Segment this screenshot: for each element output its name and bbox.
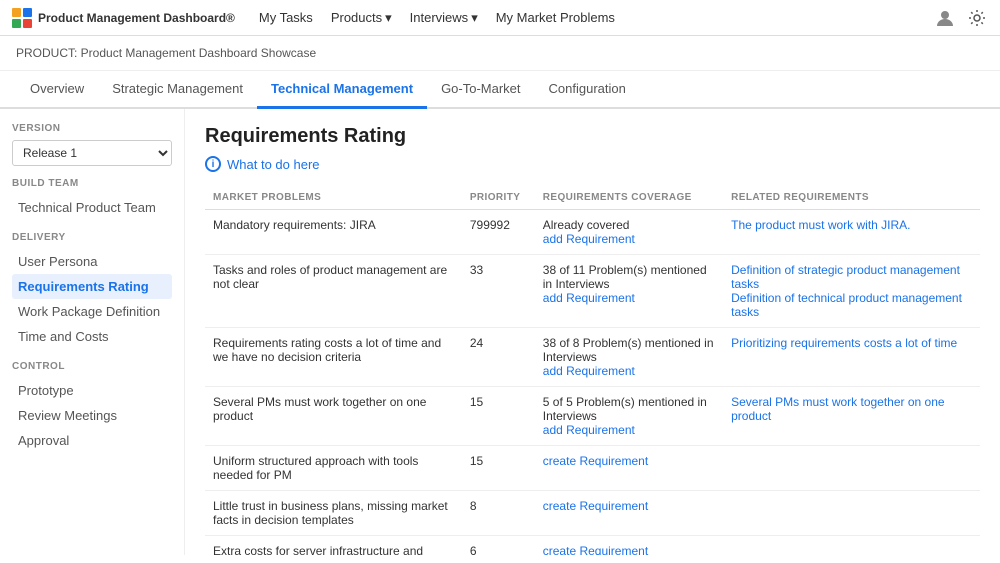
logo: Product Management Dashboard® [12,8,235,28]
related-link[interactable]: The product must work with JIRA. [731,218,972,232]
nav-links: My Tasks Products ▾ Interviews ▾ My Mark… [259,10,934,26]
sidebar-item-time-costs[interactable]: Time and Costs [12,324,172,349]
coverage-link[interactable]: add Requirement [543,232,715,246]
settings-icon[interactable] [966,7,988,29]
tabs-bar: Overview Strategic Management Technical … [0,71,1000,109]
sidebar-item-user-persona[interactable]: User Persona [12,249,172,274]
col-header-market: Market Problems [205,186,462,210]
coverage-link[interactable]: add Requirement [543,423,715,437]
priority-cell: 8 [462,491,535,536]
market-problem-cell: Requirements rating costs a lot of time … [205,328,462,387]
priority-cell: 15 [462,446,535,491]
table-row: Requirements rating costs a lot of time … [205,328,980,387]
table-row: Mandatory requirements: JIRA799992Alread… [205,210,980,255]
table-row: Tasks and roles of product management ar… [205,255,980,328]
sidebar-delivery-label: DELIVERY [12,232,172,243]
priority-cell: 24 [462,328,535,387]
main-content: Requirements Rating i What to do here Ma… [185,109,1000,555]
priority-cell: 33 [462,255,535,328]
col-header-priority: Priority [462,186,535,210]
coverage-cell: Already coveredadd Requirement [535,210,723,255]
top-nav: Product Management Dashboard® My Tasks P… [0,0,1000,36]
market-problem-cell: Tasks and roles of product management ar… [205,255,462,328]
nav-market-problems[interactable]: My Market Problems [496,10,615,25]
coverage-link[interactable]: create Requirement [543,499,715,513]
sidebar-build-team-label: BUILD TEAM [12,178,172,189]
sidebar-item-review-meetings[interactable]: Review Meetings [12,403,172,428]
related-cell: Prioritizing requirements costs a lot of… [723,328,980,387]
coverage-link[interactable]: create Requirement [543,454,715,468]
related-link[interactable]: Prioritizing requirements costs a lot of… [731,336,972,350]
related-cell [723,446,980,491]
logo-icon [12,8,32,28]
market-problem-cell: Uniform structured approach with tools n… [205,446,462,491]
coverage-cell: create Requirement [535,491,723,536]
requirements-table: Market Problems Priority Requirements Co… [205,186,980,555]
table-row: Little trust in business plans, missing … [205,491,980,536]
related-link[interactable]: Definition of technical product manageme… [731,291,972,319]
coverage-cell: 38 of 11 Problem(s) mentioned in Intervi… [535,255,723,328]
tab-overview[interactable]: Overview [16,71,98,109]
sidebar-item-build-team[interactable]: Technical Product Team [12,195,172,220]
related-cell [723,536,980,556]
coverage-text: Already covered [543,218,630,232]
related-cell: The product must work with JIRA. [723,210,980,255]
version-select[interactable]: Release 1 Release 2 [12,140,172,166]
coverage-text: 38 of 8 Problem(s) mentioned in Intervie… [543,336,714,364]
table-row: Uniform structured approach with tools n… [205,446,980,491]
what-to-do-link[interactable]: i What to do here [205,156,980,172]
chevron-down-icon: ▾ [471,10,478,26]
sidebar-item-work-package[interactable]: Work Package Definition [12,299,172,324]
sidebar: VERSION Release 1 Release 2 BUILD TEAM T… [0,109,185,555]
user-avatar[interactable] [934,7,956,29]
market-problem-cell: Mandatory requirements: JIRA [205,210,462,255]
tab-strategic[interactable]: Strategic Management [98,71,257,109]
col-header-coverage: Requirements Coverage [535,186,723,210]
market-problem-cell: Little trust in business plans, missing … [205,491,462,536]
table-row: Several PMs must work together on one pr… [205,387,980,446]
related-cell [723,491,980,536]
chevron-down-icon: ▾ [385,10,392,26]
related-cell: Definition of strategic product manageme… [723,255,980,328]
nav-icons [934,7,988,29]
coverage-text: 38 of 11 Problem(s) mentioned in Intervi… [543,263,707,291]
market-problem-cell: Extra costs for server infrastructure an… [205,536,462,556]
main-layout: VERSION Release 1 Release 2 BUILD TEAM T… [0,109,1000,555]
sidebar-control-label: CONTROL [12,361,172,372]
coverage-cell: create Requirement [535,446,723,491]
tab-gotomarket[interactable]: Go-To-Market [427,71,534,109]
priority-cell: 799992 [462,210,535,255]
market-problem-cell: Several PMs must work together on one pr… [205,387,462,446]
nav-products[interactable]: Products ▾ [331,10,392,26]
related-cell: Several PMs must work together on one pr… [723,387,980,446]
sidebar-item-requirements-rating[interactable]: Requirements Rating [12,274,172,299]
col-header-related: Related Requirements [723,186,980,210]
coverage-link[interactable]: add Requirement [543,291,715,305]
table-row: Extra costs for server infrastructure an… [205,536,980,556]
sidebar-item-approval[interactable]: Approval [12,428,172,453]
coverage-link[interactable]: add Requirement [543,364,715,378]
coverage-cell: create Requirement [535,536,723,556]
page-title: Requirements Rating [205,125,980,148]
coverage-link[interactable]: create Requirement [543,544,715,555]
sidebar-version-label: VERSION [12,123,172,134]
nav-my-tasks[interactable]: My Tasks [259,10,313,25]
priority-cell: 6 [462,536,535,556]
coverage-cell: 5 of 5 Problem(s) mentioned in Interview… [535,387,723,446]
nav-interviews[interactable]: Interviews ▾ [410,10,478,26]
related-link[interactable]: Several PMs must work together on one pr… [731,395,972,423]
tab-technical[interactable]: Technical Management [257,71,427,109]
related-link[interactable]: Definition of strategic product manageme… [731,263,972,291]
coverage-cell: 38 of 8 Problem(s) mentioned in Intervie… [535,328,723,387]
sidebar-item-prototype[interactable]: Prototype [12,378,172,403]
tab-configuration[interactable]: Configuration [535,71,640,109]
priority-cell: 15 [462,387,535,446]
coverage-text: 5 of 5 Problem(s) mentioned in Interview… [543,395,707,423]
info-icon: i [205,156,221,172]
breadcrumb: PRODUCT: Product Management Dashboard Sh… [0,36,1000,71]
